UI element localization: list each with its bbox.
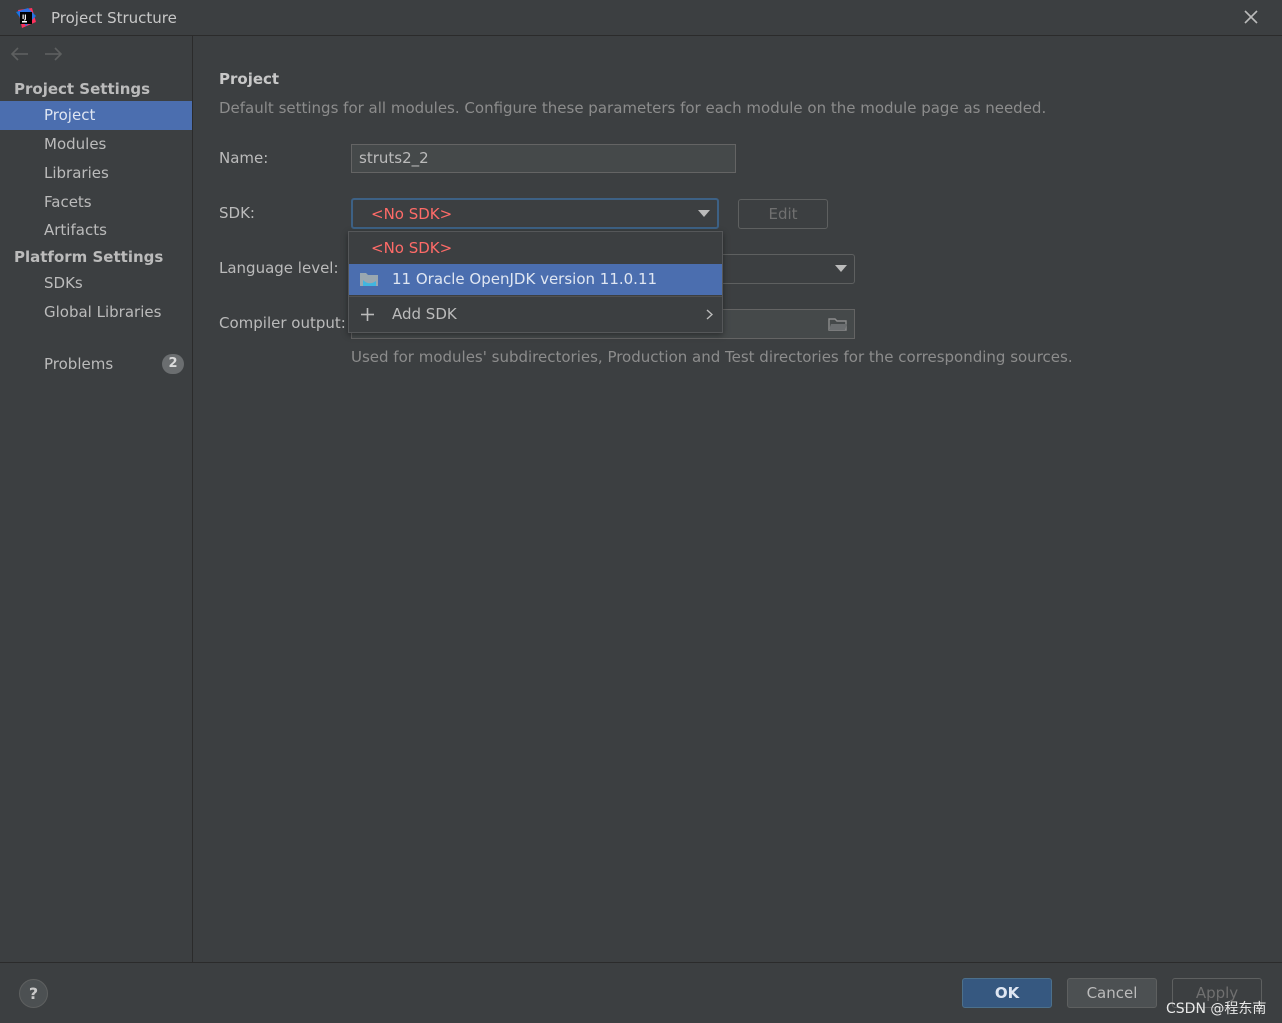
popup-item-add-sdk-label: Add SDK — [392, 305, 457, 323]
help-button[interactable]: ? — [19, 979, 48, 1008]
name-label: Name: — [219, 149, 269, 167]
chevron-down-icon — [698, 210, 710, 217]
cancel-button[interactable]: Cancel — [1067, 978, 1157, 1008]
dialog-footer: ? OK Cancel Apply CSDN @程东南 — [0, 962, 1282, 1023]
sidebar-item-modules[interactable]: Modules — [0, 130, 192, 159]
sidebar-item-label: Problems — [44, 355, 114, 373]
plus-icon — [361, 308, 374, 321]
sidebar: Project Settings Project Modules Librari… — [0, 36, 193, 962]
platform-settings-header: Platform Settings — [14, 248, 164, 266]
sidebar-item-sdks[interactable]: SDKs — [0, 269, 192, 298]
language-level-dropdown[interactable] — [718, 254, 855, 284]
svg-text:IJ: IJ — [22, 14, 26, 21]
popup-separator — [349, 296, 722, 297]
sidebar-item-artifacts[interactable]: Artifacts — [0, 216, 192, 245]
sidebar-item-project[interactable]: Project — [0, 101, 192, 130]
nav-arrows — [10, 44, 70, 64]
ok-button[interactable]: OK — [962, 978, 1052, 1008]
sdk-dropdown-popup: <No SDK> 11 Oracle OpenJDK version 11.0.… — [348, 231, 723, 333]
sdk-dropdown-value: <No SDK> — [371, 205, 453, 223]
folder-icon[interactable] — [828, 316, 848, 332]
edit-sdk-button[interactable]: Edit — [738, 199, 828, 229]
intellij-icon: IJ — [16, 8, 36, 28]
popup-item-jdk-label: 11 Oracle OpenJDK version 11.0.11 — [392, 270, 658, 288]
close-icon[interactable] — [1240, 6, 1262, 28]
popup-item-jdk[interactable]: 11 Oracle OpenJDK version 11.0.11 — [349, 264, 722, 295]
project-settings-header: Project Settings — [14, 80, 151, 98]
problems-count-badge: 2 — [162, 354, 184, 374]
name-field[interactable]: struts2_2 — [351, 144, 736, 173]
sidebar-item-global-libraries[interactable]: Global Libraries — [0, 298, 192, 327]
compiler-output-help: Used for modules' subdirectories, Produc… — [351, 348, 1073, 366]
arrow-right-icon[interactable] — [43, 46, 63, 62]
main-panel: Project Default settings for all modules… — [193, 36, 1282, 962]
jdk-folder-icon — [360, 273, 378, 286]
popup-item-no-sdk[interactable]: <No SDK> — [349, 233, 722, 264]
sdk-dropdown[interactable]: <No SDK> — [351, 198, 719, 229]
page-description: Default settings for all modules. Config… — [219, 99, 1047, 117]
popup-item-add-sdk[interactable]: Add SDK — [349, 299, 722, 330]
csdn-watermark: CSDN @程东南 — [1166, 1001, 1267, 1017]
sidebar-item-libraries[interactable]: Libraries — [0, 159, 192, 188]
compiler-output-label: Compiler output: — [219, 314, 346, 332]
sidebar-item-problems[interactable]: Problems 2 — [0, 350, 192, 379]
chevron-down-icon — [835, 265, 847, 272]
window-title: Project Structure — [51, 9, 177, 27]
chevron-right-icon — [706, 309, 713, 320]
sdk-label: SDK: — [219, 204, 255, 222]
page-title: Project — [219, 70, 280, 88]
language-level-label: Language level: — [219, 259, 339, 277]
title-bar: IJ Project Structure — [0, 0, 1282, 36]
arrow-left-icon[interactable] — [10, 46, 30, 62]
sidebar-item-facets[interactable]: Facets — [0, 188, 192, 217]
